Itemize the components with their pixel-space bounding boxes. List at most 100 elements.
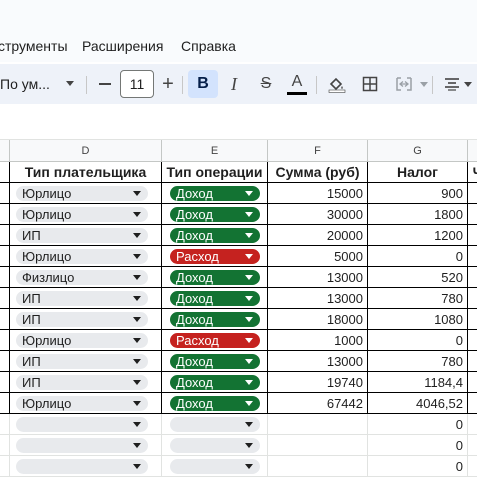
sum-cell[interactable]: 1000 bbox=[268, 330, 368, 351]
operation-type-dropdown[interactable]: Доход bbox=[170, 291, 260, 306]
font-select[interactable]: По ум... bbox=[0, 70, 80, 98]
cell-c[interactable] bbox=[0, 372, 10, 393]
operation-cell[interactable]: Доход bbox=[162, 225, 268, 246]
cell-c[interactable] bbox=[0, 351, 10, 372]
italic-button[interactable]: I bbox=[222, 70, 246, 98]
payer-type-dropdown[interactable] bbox=[16, 459, 148, 474]
operation-type-dropdown[interactable]: Расход bbox=[170, 333, 260, 348]
cell-h[interactable] bbox=[468, 267, 477, 288]
operation-type-dropdown[interactable]: Доход bbox=[170, 186, 260, 201]
header-cell[interactable]: Сумма (руб) bbox=[268, 162, 368, 183]
tax-cell[interactable]: 520 bbox=[368, 267, 468, 288]
tax-cell[interactable]: 780 bbox=[368, 351, 468, 372]
operation-cell[interactable] bbox=[162, 435, 268, 456]
cell-c[interactable] bbox=[0, 393, 10, 414]
fill-color-button[interactable] bbox=[325, 70, 349, 98]
cell-c[interactable] bbox=[0, 456, 10, 477]
sum-cell[interactable] bbox=[268, 456, 368, 477]
payer-type-dropdown[interactable] bbox=[16, 438, 148, 453]
operation-type-dropdown[interactable]: Расход bbox=[170, 249, 260, 264]
decrease-font-size-button[interactable] bbox=[96, 70, 114, 98]
operation-cell[interactable]: Доход bbox=[162, 351, 268, 372]
operation-cell[interactable]: Доход bbox=[162, 183, 268, 204]
sum-cell[interactable]: 13000 bbox=[268, 267, 368, 288]
cell-c[interactable] bbox=[0, 288, 10, 309]
menu-item-tools[interactable]: струменты bbox=[0, 38, 68, 54]
cell-h[interactable] bbox=[468, 225, 477, 246]
operation-cell[interactable] bbox=[162, 456, 268, 477]
text-color-button[interactable]: A bbox=[285, 70, 309, 98]
payer-type-dropdown[interactable]: Юрлицо bbox=[16, 207, 148, 222]
cell-h[interactable] bbox=[468, 204, 477, 225]
column-header-f[interactable]: F bbox=[268, 140, 368, 162]
payer-type-dropdown[interactable]: Юрлицо bbox=[16, 396, 148, 411]
payer-cell[interactable]: Физлицо bbox=[10, 267, 162, 288]
tax-cell[interactable]: 900 bbox=[368, 183, 468, 204]
increase-font-size-button[interactable]: + bbox=[158, 70, 178, 98]
cell-c[interactable] bbox=[0, 414, 10, 435]
cell-h[interactable] bbox=[468, 435, 477, 456]
tax-cell[interactable]: 1184,4 bbox=[368, 372, 468, 393]
payer-type-dropdown[interactable]: ИП bbox=[16, 375, 148, 390]
cell-c[interactable] bbox=[0, 267, 10, 288]
chevron-down-icon[interactable] bbox=[420, 82, 428, 87]
payer-cell[interactable]: Юрлицо bbox=[10, 204, 162, 225]
payer-cell[interactable]: Юрлицо bbox=[10, 183, 162, 204]
payer-cell[interactable] bbox=[10, 414, 162, 435]
operation-type-dropdown[interactable]: Доход bbox=[170, 354, 260, 369]
operation-type-dropdown[interactable]: Доход bbox=[170, 396, 260, 411]
sum-cell[interactable]: 67442 bbox=[268, 393, 368, 414]
sum-cell[interactable]: 30000 bbox=[268, 204, 368, 225]
sum-cell[interactable]: 19740 bbox=[268, 372, 368, 393]
borders-button[interactable] bbox=[358, 70, 382, 98]
chevron-down-icon[interactable] bbox=[464, 82, 472, 87]
sum-cell[interactable]: 13000 bbox=[268, 351, 368, 372]
operation-type-dropdown[interactable]: Доход bbox=[170, 312, 260, 327]
cell-h[interactable] bbox=[468, 183, 477, 204]
payer-type-dropdown[interactable]: ИП bbox=[16, 312, 148, 327]
payer-cell[interactable]: Юрлицо bbox=[10, 246, 162, 267]
operation-type-dropdown[interactable] bbox=[170, 438, 260, 453]
operation-type-dropdown[interactable] bbox=[170, 459, 260, 474]
sum-cell[interactable]: 5000 bbox=[268, 246, 368, 267]
cell-h[interactable] bbox=[468, 246, 477, 267]
tax-cell[interactable]: 0 bbox=[368, 435, 468, 456]
header-cell-empty[interactable] bbox=[0, 162, 10, 183]
operation-type-dropdown[interactable]: Доход bbox=[170, 375, 260, 390]
payer-cell[interactable]: ИП bbox=[10, 372, 162, 393]
tax-cell[interactable]: 0 bbox=[368, 246, 468, 267]
payer-type-dropdown[interactable]: ИП bbox=[16, 354, 148, 369]
operation-cell[interactable] bbox=[162, 414, 268, 435]
payer-cell[interactable]: ИП bbox=[10, 288, 162, 309]
sum-cell[interactable]: 13000 bbox=[268, 288, 368, 309]
payer-cell[interactable]: ИП bbox=[10, 351, 162, 372]
sum-cell[interactable]: 20000 bbox=[268, 225, 368, 246]
cell-h[interactable] bbox=[468, 309, 477, 330]
operation-cell[interactable]: Расход bbox=[162, 330, 268, 351]
operation-type-dropdown[interactable]: Доход bbox=[170, 228, 260, 243]
tax-cell[interactable]: 780 bbox=[368, 288, 468, 309]
operation-type-dropdown[interactable]: Доход bbox=[170, 270, 260, 285]
cell-h[interactable] bbox=[468, 288, 477, 309]
operation-type-dropdown[interactable]: Доход bbox=[170, 207, 260, 222]
header-cell[interactable]: Тип плательщика bbox=[10, 162, 162, 183]
menu-item-extensions[interactable]: Расширения bbox=[82, 38, 163, 54]
horizontal-align-button[interactable] bbox=[440, 70, 464, 98]
column-header-c[interactable] bbox=[0, 140, 10, 162]
operation-cell[interactable]: Доход bbox=[162, 372, 268, 393]
payer-type-dropdown[interactable]: Физлицо bbox=[16, 270, 148, 285]
payer-type-dropdown[interactable] bbox=[16, 417, 148, 432]
column-header-d[interactable]: D bbox=[10, 140, 162, 162]
sum-cell[interactable]: 18000 bbox=[268, 309, 368, 330]
sum-cell[interactable]: 15000 bbox=[268, 183, 368, 204]
cell-c[interactable] bbox=[0, 204, 10, 225]
header-cell[interactable]: Ч bbox=[468, 162, 477, 183]
payer-type-dropdown[interactable]: Юрлицо bbox=[16, 249, 148, 264]
cell-h[interactable] bbox=[468, 330, 477, 351]
payer-cell[interactable] bbox=[10, 456, 162, 477]
operation-type-dropdown[interactable] bbox=[170, 417, 260, 432]
cell-c[interactable] bbox=[0, 225, 10, 246]
operation-cell[interactable]: Доход bbox=[162, 267, 268, 288]
payer-type-dropdown[interactable]: Юрлицо bbox=[16, 333, 148, 348]
cell-h[interactable] bbox=[468, 414, 477, 435]
